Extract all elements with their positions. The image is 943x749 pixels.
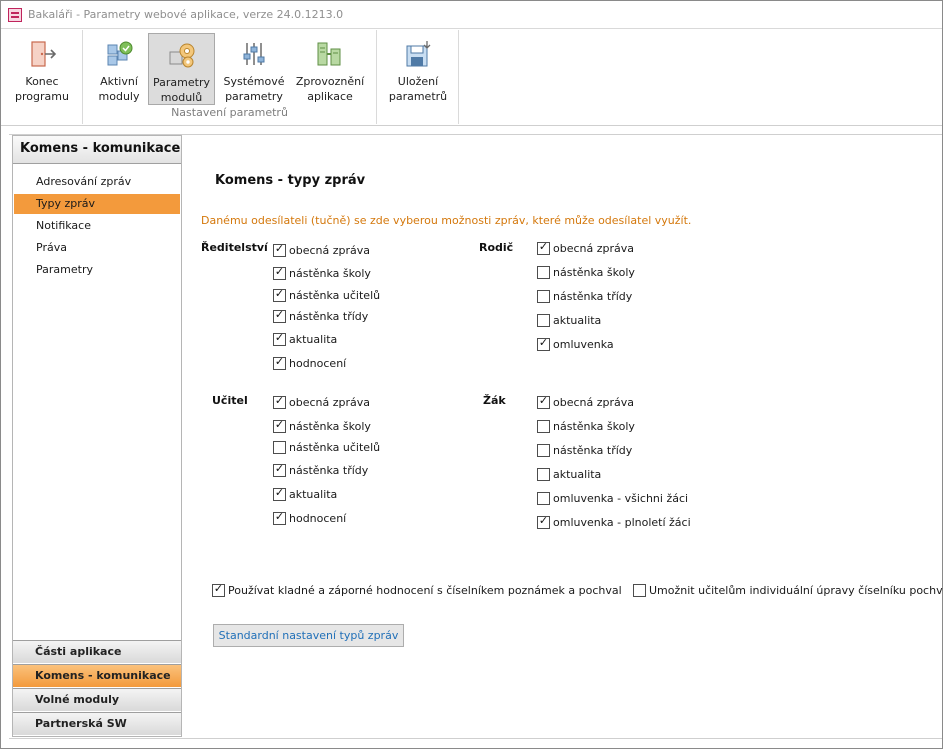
sidebar-item-adresovani[interactable]: Adresování zpráv (14, 172, 180, 192)
system-parameters-icon (243, 43, 265, 65)
deploy-app-button[interactable]: Zprovoznění aplikace (291, 33, 369, 105)
module-parameters-button[interactable]: Parametry modulů (148, 33, 215, 105)
check-mark: ✓ (274, 462, 285, 475)
active-label-1: Aktivní (100, 75, 138, 88)
title-bar: Bakaláři - Parametry webové aplikace, ve… (1, 1, 942, 29)
page-title: Komens - typy zpráv (215, 173, 366, 188)
sidebar: Komens - komunikace Adresování zpráv Typ… (12, 135, 182, 737)
check-mark: ✓ (274, 510, 285, 523)
save-parameters-button[interactable]: Uložení parametrů (383, 33, 453, 105)
params-label-1: Parametry (153, 76, 210, 89)
ribbon-toolbar: Konec programu Aktivní moduly Parametry … (1, 30, 942, 126)
active-modules-button[interactable]: Aktivní moduly (91, 33, 147, 105)
role-label-rodic: Rodič (479, 241, 514, 254)
module-parameters-icon (169, 43, 194, 68)
role-label-ucitel: Učitel (212, 394, 248, 407)
nav-casti-aplikace[interactable]: Části aplikace (13, 640, 181, 663)
save-parameters-icon (406, 41, 431, 67)
check-mark: ✓ (274, 394, 285, 407)
check-mark: ✓ (274, 265, 285, 278)
check-mark: ✓ (274, 331, 285, 344)
check-mark: ✓ (538, 394, 549, 407)
check-mark: ✓ (274, 308, 285, 321)
ribbon-group-program: Konec programu (1, 30, 83, 124)
exit-label-2: programu (15, 90, 69, 103)
save-label-1: Uložení (397, 75, 439, 88)
app-logo-icon (8, 8, 22, 22)
check-mark: ✓ (274, 486, 285, 499)
check-mark: ✓ (274, 418, 285, 431)
active-label-2: moduly (98, 90, 140, 103)
info-text: Danému odesílateli (tučně) se zde vybero… (201, 214, 692, 227)
deploy-label-2: aplikace (307, 90, 353, 103)
sidebar-header: Komens - komunikace (13, 136, 181, 164)
check-mark: ✓ (538, 240, 549, 253)
check-mark: ✓ (538, 514, 549, 527)
exit-label-1: Konec (25, 75, 59, 88)
system-label-1: Systémové (223, 75, 285, 88)
ribbon-group-settings: Aktivní moduly Parametry modulů Systémov… (83, 30, 377, 124)
params-label-2: modulů (160, 91, 203, 104)
nav-komens-komunikace[interactable]: Komens - komunikace (13, 664, 181, 687)
check-mark: ✓ (274, 355, 285, 368)
role-label-reditelstvi: Ředitelství (201, 241, 268, 254)
check-mark: ✓ (538, 336, 549, 349)
nav-volne-moduly[interactable]: Volné moduly (13, 688, 181, 711)
nav-partnerska-sw[interactable]: Partnerská SW (13, 712, 181, 735)
ribbon-group-label: Nastavení parametrů (171, 106, 288, 119)
ribbon-group-save: Uložení parametrů (377, 30, 459, 124)
exit-program-button[interactable]: Konec programu (7, 33, 77, 105)
deploy-label-1: Zprovoznění (295, 75, 365, 88)
check-mark: ✓ (274, 242, 285, 255)
default-settings-button[interactable]: Standardní nastavení typů zpráv (213, 624, 404, 647)
main-panel: Komens - typy zpráv Danému odesílateli (… (186, 135, 943, 737)
exit-door-icon (31, 41, 57, 67)
sidebar-item-parametry[interactable]: Parametry (14, 260, 180, 280)
active-modules-icon (107, 41, 133, 66)
sidebar-item-prava[interactable]: Práva (14, 238, 180, 258)
save-label-2: parametrů (388, 90, 448, 103)
check-mark: ✓ (213, 582, 224, 595)
check-mark: ✓ (274, 287, 285, 300)
deploy-app-icon (317, 42, 341, 66)
window-title: Bakaláři - Parametry webové aplikace, ve… (28, 8, 344, 21)
system-label-2: parametry (225, 90, 283, 103)
sidebar-item-typy-zprav[interactable]: Typy zpráv (14, 194, 180, 214)
role-label-zak: Žák (483, 394, 506, 407)
app-window: Bakaláři - Parametry webové aplikace, ve… (0, 0, 943, 749)
sidebar-item-notifikace[interactable]: Notifikace (14, 216, 180, 236)
system-parameters-button[interactable]: Systémové parametry (221, 33, 287, 105)
